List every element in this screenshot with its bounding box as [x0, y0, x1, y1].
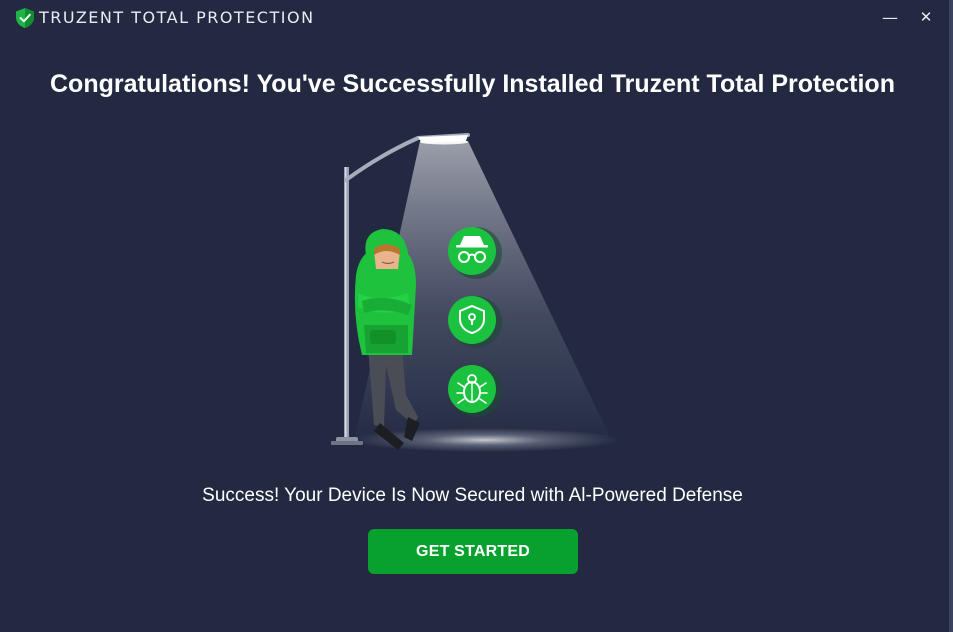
close-button[interactable]: ✕	[913, 6, 939, 28]
green-shield-icon	[16, 8, 34, 28]
page-title: Congratulations! You've Successfully Ins…	[50, 70, 895, 98]
security-illustration	[331, 133, 620, 452]
minimize-button[interactable]: —	[877, 6, 903, 28]
get-started-button[interactable]: GET STARTED	[368, 529, 578, 574]
app-title: TRUZENT TOTAL PROTECTION	[39, 8, 315, 27]
window-right-edge	[949, 0, 953, 632]
close-icon: ✕	[919, 8, 933, 26]
success-message: Success! Your Device Is Now Secured with…	[202, 485, 743, 506]
installer-window: TRUZENT TOTAL PROTECTION — ✕ Congratulat…	[0, 0, 953, 632]
title-bar[interactable]: TRUZENT TOTAL PROTECTION — ✕	[0, 0, 953, 36]
minimize-icon: —	[882, 7, 898, 27]
